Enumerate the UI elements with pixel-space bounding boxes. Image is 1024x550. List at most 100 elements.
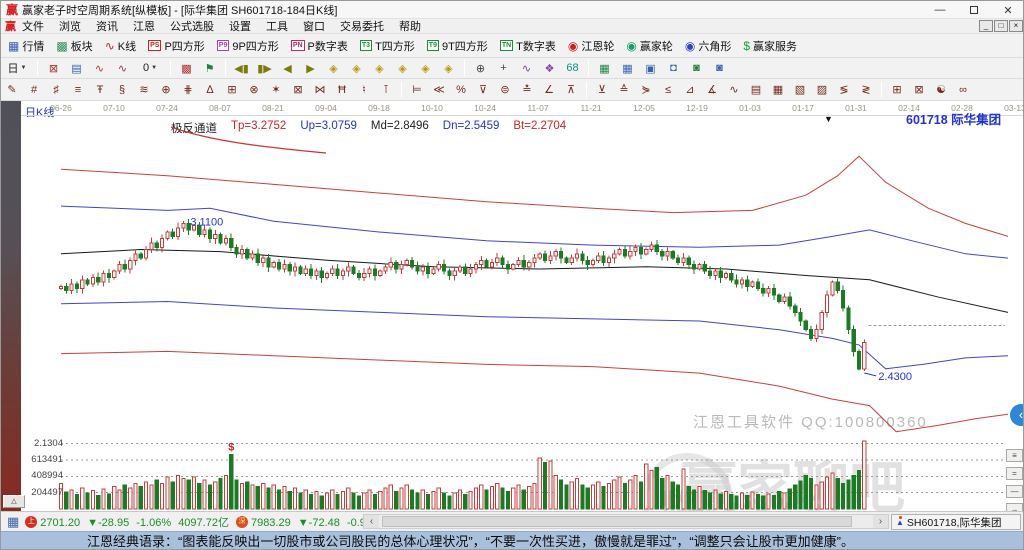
nav-save-disk-button[interactable]: ◘ — [663, 59, 684, 77]
draw-tool-1-2[interactable]: % — [451, 81, 471, 99]
panel-side-button-2[interactable]: — — [1006, 485, 1023, 498]
draw-tool-2-2[interactable]: ⋟ — [636, 81, 656, 99]
draw-tool-2-7[interactable]: ▤ — [746, 81, 766, 99]
draw-tool-0-0[interactable]: ✎ — [2, 81, 22, 99]
nav-crosshair-tool-button[interactable]: + — [493, 59, 514, 77]
mdi-control-0[interactable]: _ — [979, 20, 993, 32]
nav-monitor-button[interactable]: ▣ — [640, 59, 661, 77]
draw-tool-1-6[interactable]: ∠ — [539, 81, 559, 99]
draw-tool-2-8[interactable]: ▦ — [768, 81, 788, 99]
nav-code-68-button[interactable]: 68 — [562, 59, 583, 77]
panel-side-button-1[interactable]: = — [1006, 467, 1023, 480]
draw-tool-1-3[interactable]: ⊽ — [473, 81, 493, 99]
menu-item-4[interactable]: 公式选股 — [170, 18, 214, 34]
draw-tool-0-17[interactable]: ⊺ — [376, 81, 396, 99]
toolbar-t-square-button[interactable]: T3T四方形 — [355, 36, 420, 56]
draw-tool-0-10[interactable]: ⊞ — [222, 81, 242, 99]
nav-wave-alt-button[interactable]: ∿ — [112, 59, 133, 77]
nav-jump-last-button[interactable]: ▮▶ — [254, 59, 275, 77]
menu-item-5[interactable]: 设置 — [229, 18, 251, 34]
menu-item-3[interactable]: 江恩 — [133, 18, 155, 34]
draw-tool-0-12[interactable]: ✶ — [266, 81, 286, 99]
menu-item-6[interactable]: 工具 — [266, 18, 288, 34]
mdi-control-1[interactable]: □ — [994, 20, 1008, 32]
nav-flag-marker-button[interactable]: ⚑ — [199, 59, 220, 77]
nav-step-forward-button[interactable]: ▶ — [300, 59, 321, 77]
panel-side-button-3[interactable]: → — [1006, 503, 1023, 511]
menu-item-0[interactable]: 文件 — [22, 18, 44, 34]
nav-diamond-nav-4-button[interactable]: ◈ — [392, 59, 413, 77]
draw-tool-3-0[interactable]: ⊞ — [887, 81, 907, 99]
draw-tool-0-8[interactable]: ⋕ — [178, 81, 198, 99]
draw-tool-1-5[interactable]: ≛ — [517, 81, 537, 99]
nav-marks-tool-button[interactable]: ❖ — [539, 59, 560, 77]
draw-tool-0-14[interactable]: ⋈ — [310, 81, 330, 99]
draw-tool-2-10[interactable]: ▨ — [812, 81, 832, 99]
minimize-button[interactable]: — — [923, 1, 957, 19]
nav-calendar-button[interactable]: ▦ — [594, 59, 615, 77]
draw-tool-0-2[interactable]: ♯ — [46, 81, 66, 99]
draw-tool-0-15[interactable]: Ħ — [332, 81, 352, 99]
quote-grid-icon[interactable]: ▦ — [7, 514, 19, 530]
draw-tool-2-5[interactable]: ∡ — [702, 81, 722, 99]
menu-item-1[interactable]: 浏览 — [59, 18, 81, 34]
horizontal-scrollbar[interactable]: ‹ › — [363, 514, 889, 529]
toolbar-kline-button[interactable]: ∿K线 — [100, 36, 141, 56]
menu-item-8[interactable]: 交易委托 — [340, 18, 384, 34]
draw-tool-0-7[interactable]: ⊕ — [156, 81, 176, 99]
draw-tool-2-6[interactable]: ∿ — [724, 81, 744, 99]
nav-diamond-nav-2-button[interactable]: ◈ — [346, 59, 367, 77]
draw-tool-1-1[interactable]: ≪ — [429, 81, 449, 99]
nav-info-list-button[interactable]: ▤ — [66, 59, 87, 77]
draw-tool-0-5[interactable]: § — [112, 81, 132, 99]
draw-tool-0-11[interactable]: ⊗ — [244, 81, 264, 99]
toolbar-winner-service-button[interactable]: $赢家服务 — [738, 36, 802, 56]
draw-tool-0-6[interactable]: ≋ — [134, 81, 154, 99]
menu-item-9[interactable]: 帮助 — [399, 18, 421, 34]
draw-tool-0-16[interactable]: ♮ — [354, 81, 374, 99]
nav-diamond-nav-1-button[interactable]: ◈ — [323, 59, 344, 77]
draw-tool-2-4[interactable]: ⊿ — [680, 81, 700, 99]
draw-tool-0-13[interactable]: ⊠ — [288, 81, 308, 99]
scroll-right-arrow[interactable]: › — [873, 515, 888, 528]
toolbar-t-number-table-button[interactable]: TNT数字表 — [495, 36, 561, 56]
nav-zigzag-tool-button[interactable]: ∿ — [516, 59, 537, 77]
toolbar-sectors-button[interactable]: ▩板块 — [51, 36, 97, 56]
maximize-button[interactable] — [957, 1, 991, 19]
draw-tool-2-11[interactable]: ≶ — [834, 81, 854, 99]
scrollbar-thumb[interactable] — [382, 516, 852, 527]
toolbar-winner-wheel-button[interactable]: ◉赢家轮 — [621, 36, 677, 56]
nav-jump-first-button[interactable]: ◀▮ — [231, 59, 252, 77]
toolbar-p-number-table-button[interactable]: PNP数字表 — [286, 36, 353, 56]
nav-layer-selector-button[interactable]: 0▼ — [135, 59, 165, 77]
nav-net-import-button[interactable]: ◙ — [709, 59, 730, 77]
draw-tool-3-1[interactable]: ⊠ — [909, 81, 929, 99]
nav-diamond-nav-3-button[interactable]: ◈ — [369, 59, 390, 77]
panel-side-button-0[interactable]: ≡ — [1006, 449, 1023, 462]
nav-period-selector-button[interactable]: 日▼ — [2, 59, 32, 77]
draw-tool-2-0[interactable]: ⊻ — [592, 81, 612, 99]
nav-wave-small-button[interactable]: ∿ — [89, 59, 110, 77]
nav-pan-tool-button[interactable]: ⊕ — [470, 59, 491, 77]
chart-area[interactable]: 日K线 06-2607-1007-2408-0708-2109-0409-181… — [21, 101, 1024, 511]
nav-net-export-button[interactable]: ◙ — [686, 59, 707, 77]
nav-step-back-button[interactable]: ◀ — [277, 59, 298, 77]
draw-tool-3-2[interactable]: ☯ — [931, 81, 951, 99]
nav-diamond-nav-6-button[interactable]: ◈ — [438, 59, 459, 77]
draw-tool-3-3[interactable]: ∞ — [953, 81, 973, 99]
draw-tool-0-1[interactable]: # — [24, 81, 44, 99]
toolbar-9p-square-button[interactable]: P99P四方形 — [212, 36, 284, 56]
draw-tool-1-7[interactable]: ⊼ — [561, 81, 581, 99]
toolbar-gann-wheel-button[interactable]: ◉江恩轮 — [563, 36, 619, 56]
nav-diamond-nav-5-button[interactable]: ◈ — [415, 59, 436, 77]
toolbar-quotes-button[interactable]: ▦行情 — [3, 36, 49, 56]
nav-calculator-button[interactable]: ▦ — [617, 59, 638, 77]
mdi-control-2[interactable]: × — [1009, 20, 1023, 32]
menu-item-7[interactable]: 窗口 — [303, 18, 325, 34]
nav-lattice-toggle-button[interactable]: ▩ — [176, 59, 197, 77]
draw-tool-2-12[interactable]: ≷ — [856, 81, 876, 99]
draw-tool-2-1[interactable]: ≙ — [614, 81, 634, 99]
draw-tool-2-9[interactable]: ▧ — [790, 81, 810, 99]
draw-tool-0-4[interactable]: Ŧ — [90, 81, 110, 99]
menu-item-2[interactable]: 资讯 — [96, 18, 118, 34]
